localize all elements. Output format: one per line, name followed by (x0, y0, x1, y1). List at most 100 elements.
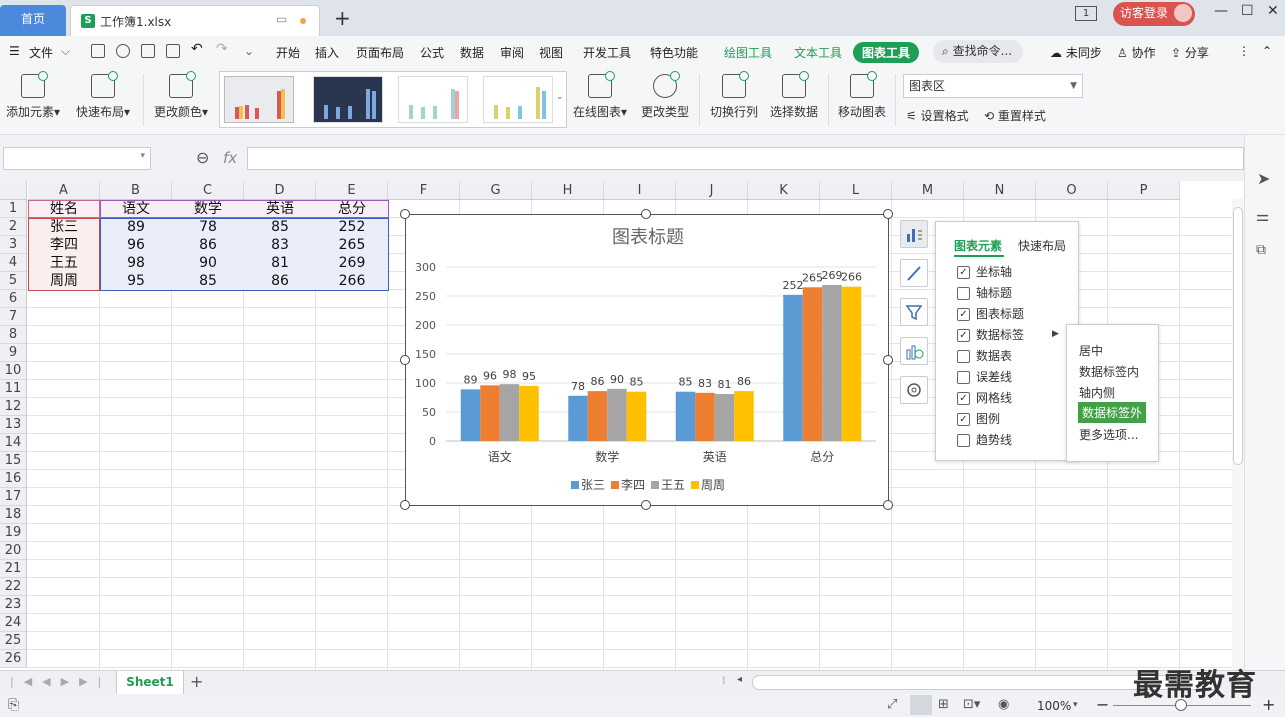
switch-row-col-button[interactable]: 切换行列 (710, 71, 758, 120)
redo-icon[interactable]: ↷ (216, 41, 228, 57)
row-header-11[interactable]: 11 (0, 380, 27, 398)
column-header-P[interactable]: P (1108, 181, 1180, 200)
checkbox[interactable] (957, 350, 970, 363)
row-header-17[interactable]: 17 (0, 488, 27, 506)
row-header-8[interactable]: 8 (0, 326, 27, 344)
print-icon[interactable] (141, 44, 155, 58)
row-header-4[interactable]: 4 (0, 254, 27, 272)
data-cell[interactable]: 李四 (28, 236, 100, 254)
fx-icon[interactable]: fx (223, 149, 237, 167)
column-header-B[interactable]: B (100, 181, 172, 200)
set-format-button[interactable]: ⚟ 设置格式 (906, 107, 969, 124)
normal-view-icon[interactable] (910, 695, 932, 715)
chart-elements-button[interactable] (900, 220, 928, 248)
visitor-login-button[interactable]: 访客登录 (1113, 2, 1195, 26)
cursor-icon[interactable]: ➤ (1257, 169, 1270, 188)
row-header-3[interactable]: 3 (0, 236, 27, 254)
shapes-icon[interactable]: ⧉ (1256, 242, 1266, 258)
monitor-icon[interactable]: ▭ (276, 12, 287, 26)
eye-protection-icon[interactable]: ◉ (998, 697, 1009, 712)
tab-formula[interactable]: 公式 (420, 44, 444, 61)
page-count-badge[interactable]: 1 (1075, 6, 1097, 21)
checkbox[interactable] (957, 287, 970, 300)
chevron-down-icon[interactable]: ⌵ (61, 44, 70, 59)
row-header-7[interactable]: 7 (0, 308, 27, 326)
data-cell[interactable]: 83 (244, 236, 316, 254)
row-header-1[interactable]: 1 (0, 200, 27, 218)
zoom-in-icon[interactable]: + (1262, 695, 1275, 714)
data-cell[interactable]: 90 (172, 254, 244, 272)
row-header-13[interactable]: 13 (0, 416, 27, 434)
data-cell[interactable]: 265 (316, 236, 388, 254)
data-cell[interactable]: 王五 (28, 254, 100, 272)
tab-features[interactable]: 特色功能 (650, 44, 698, 61)
zoom-level[interactable]: 100% (1037, 699, 1071, 713)
data-cell[interactable]: 98 (100, 254, 172, 272)
resize-handle-nw[interactable] (400, 209, 410, 219)
column-header-H[interactable]: H (532, 181, 604, 200)
resize-handle-s[interactable] (641, 500, 651, 510)
column-header-M[interactable]: M (892, 181, 964, 200)
row-header-25[interactable]: 25 (0, 632, 27, 650)
page-layout-view-icon[interactable]: ⊞ (938, 697, 949, 712)
vertical-scrollbar[interactable] (1232, 199, 1244, 670)
checkbox[interactable] (957, 371, 970, 384)
row-header-23[interactable]: 23 (0, 596, 27, 614)
name-box[interactable]: ▾ (3, 147, 151, 170)
formula-input[interactable] (247, 147, 1244, 170)
scroll-left-icon[interactable]: ◂ (737, 674, 742, 685)
split-handle-icon[interactable]: ⁞ (722, 674, 726, 687)
command-search[interactable]: ⌕ 查找命令... (933, 40, 1023, 63)
column-header-N[interactable]: N (964, 181, 1036, 200)
data-cell[interactable]: 89 (100, 218, 172, 236)
data-cell[interactable]: 86 (244, 272, 316, 290)
chart-style-4[interactable] (483, 76, 553, 123)
label-position-inside-base[interactable]: 轴内侧 (1079, 384, 1115, 401)
add-sheet-button[interactable]: + (190, 672, 203, 691)
chart-style-2[interactable] (313, 76, 383, 123)
checkbox[interactable] (957, 434, 970, 447)
column-header-O[interactable]: O (1036, 181, 1108, 200)
vertical-scroll-thumb[interactable] (1233, 207, 1243, 465)
header-cell[interactable]: 英语 (244, 200, 316, 218)
checkbox[interactable]: ✓ (957, 413, 970, 426)
column-header-J[interactable]: J (676, 181, 748, 200)
change-type-button[interactable]: 更改类型 (641, 71, 689, 120)
column-header-F[interactable]: F (388, 181, 460, 200)
more-icon[interactable]: ⋮ (1238, 44, 1250, 58)
data-cell[interactable]: 周周 (28, 272, 100, 290)
checkbox[interactable]: ✓ (957, 308, 970, 321)
tab-review[interactable]: 审阅 (500, 44, 524, 61)
menu-icon[interactable]: ☰ (9, 44, 20, 58)
collapse-ribbon-icon[interactable]: ⌃ (1262, 44, 1272, 58)
select-data-button[interactable]: 选择数据 (770, 71, 818, 120)
column-header-D[interactable]: D (244, 181, 316, 200)
caret-right-icon[interactable]: ▶ (1052, 329, 1059, 339)
resize-handle-se[interactable] (883, 500, 893, 510)
zoom-icon[interactable]: ⊖ (196, 148, 209, 167)
data-cell[interactable]: 78 (172, 218, 244, 236)
row-header-12[interactable]: 12 (0, 398, 27, 416)
label-position-center[interactable]: 居中 (1079, 342, 1103, 359)
row-header-2[interactable]: 2 (0, 218, 27, 236)
minimize-icon[interactable]: — (1214, 3, 1228, 19)
fullscreen-icon[interactable]: ⤢ (887, 697, 897, 712)
header-cell[interactable]: 数学 (172, 200, 244, 218)
row-header-18[interactable]: 18 (0, 506, 27, 524)
export-icon[interactable] (116, 44, 130, 58)
data-cell[interactable]: 86 (172, 236, 244, 254)
label-position-inside-end[interactable]: 数据标签内 (1079, 363, 1139, 380)
tab-chart-elements[interactable]: 图表元素 (954, 237, 1002, 254)
tab-chart-tools[interactable]: 图表工具 (853, 42, 920, 63)
sync-status[interactable]: ☁ 未同步 (1050, 44, 1102, 61)
tab-page-layout[interactable]: 页面布局 (356, 44, 404, 61)
chart-area[interactable]: 图表标题 0 50 100 150 200 250 300 89 96 98 95 语文 78 86 90 85… (405, 214, 889, 506)
tab-view[interactable]: 视图 (539, 44, 563, 61)
row-header-20[interactable]: 20 (0, 542, 27, 560)
collaborate-button[interactable]: ♙ 协作 (1117, 44, 1156, 61)
resize-handle-sw[interactable] (400, 500, 410, 510)
zoom-dropdown-icon[interactable]: ▾ (1073, 700, 1078, 710)
new-tab-button[interactable]: + (334, 6, 351, 30)
macro-icon[interactable]: ⎘ (8, 697, 19, 713)
save-icon[interactable] (91, 44, 105, 58)
